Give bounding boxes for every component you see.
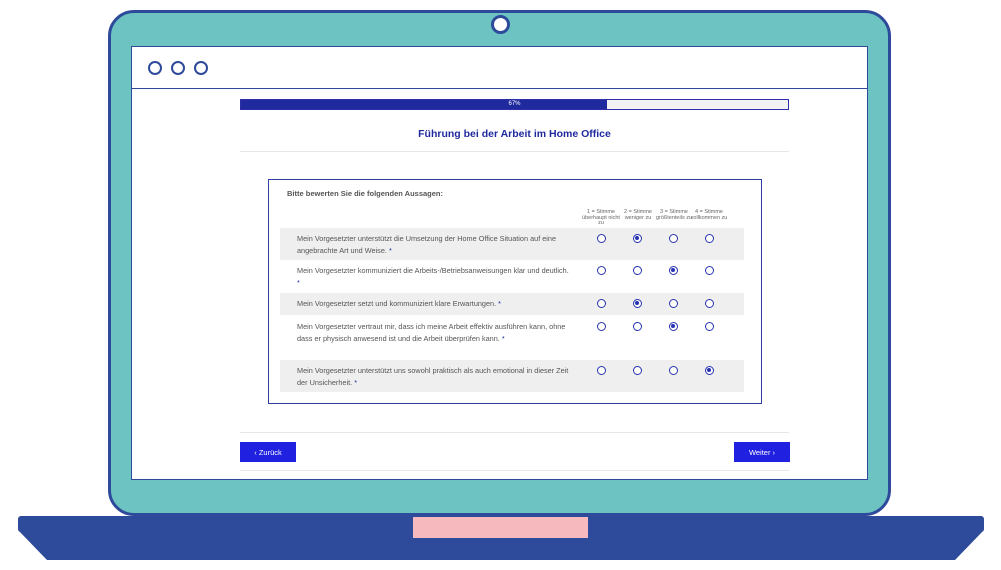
divider [240, 432, 789, 433]
matrix-row: Mein Vorgesetzter vertraut mir, dass ich… [280, 316, 744, 359]
camera-icon [491, 15, 510, 34]
rating-radio[interactable] [633, 234, 642, 243]
window-dot-icon[interactable] [148, 61, 162, 75]
statement-label: Mein Vorgesetzter kommuniziert die Arbei… [297, 266, 569, 275]
divider [240, 470, 789, 471]
statement-label: Mein Vorgesetzter vertraut mir, dass ich… [297, 322, 566, 343]
question-panel: Bitte bewerten Sie die folgenden Aussage… [268, 179, 762, 404]
rating-radio[interactable] [669, 266, 678, 275]
rating-radio[interactable] [597, 234, 606, 243]
rating-radio[interactable] [705, 366, 714, 375]
column-header: 1 = Stimme überhaupt nicht zu [582, 209, 620, 226]
statement-text: Mein Vorgesetzter vertraut mir, dass ich… [297, 321, 572, 344]
rating-radio[interactable] [633, 299, 642, 308]
rating-radio[interactable] [669, 322, 678, 331]
back-button[interactable]: ‹ Zurück [240, 442, 296, 462]
matrix-row: Mein Vorgesetzter setzt und kommuniziert… [280, 293, 744, 315]
rating-radio[interactable] [597, 366, 606, 375]
statement-text: Mein Vorgesetzter setzt und kommuniziert… [297, 298, 572, 310]
required-mark: * [388, 245, 392, 255]
required-mark: * [501, 333, 505, 343]
rating-radio[interactable] [669, 234, 678, 243]
column-header: 4 = Stimme vollkommen zu [690, 209, 728, 221]
statement-text: Mein Vorgesetzter unterstützt uns sowohl… [297, 365, 572, 388]
rating-radio[interactable] [705, 234, 714, 243]
rating-radio[interactable] [633, 322, 642, 331]
statement-label: Mein Vorgesetzter unterstützt uns sowohl… [297, 366, 569, 387]
required-mark: * [354, 377, 358, 387]
rating-radio[interactable] [705, 299, 714, 308]
rating-radio[interactable] [669, 366, 678, 375]
survey-page: 67% Führung bei der Arbeit im Home Offic… [132, 89, 867, 479]
divider [240, 151, 789, 152]
required-mark: * [498, 299, 502, 308]
column-header: 3 = Stimme größtenteils zu [655, 209, 693, 221]
screen: 67% Führung bei der Arbeit im Home Offic… [131, 46, 868, 480]
progress-bar: 67% [240, 99, 789, 110]
next-button[interactable]: Weiter › [734, 442, 790, 462]
required-mark: * [297, 277, 300, 287]
window-dot-icon[interactable] [194, 61, 208, 75]
rating-radio[interactable] [633, 366, 642, 375]
matrix-row: Mein Vorgesetzter unterstützt uns sowohl… [280, 360, 744, 392]
page-title: Führung bei der Arbeit im Home Office [418, 128, 611, 140]
question-instruction: Bitte bewerten Sie die folgenden Aussage… [287, 189, 443, 198]
rating-radio[interactable] [597, 299, 606, 308]
matrix-row: Mein Vorgesetzter kommuniziert die Arbei… [280, 260, 744, 292]
window-dot-icon[interactable] [171, 61, 185, 75]
progress-label: 67% [508, 101, 521, 107]
statement-text: Mein Vorgesetzter unterstützt die Umsetz… [297, 233, 572, 256]
rating-radio[interactable] [597, 322, 606, 331]
rating-radio[interactable] [633, 266, 642, 275]
browser-toolbar [132, 47, 867, 89]
statement-label: Mein Vorgesetzter unterstützt die Umsetz… [297, 234, 557, 255]
rating-radio[interactable] [705, 266, 714, 275]
rating-radio[interactable] [597, 266, 606, 275]
statement-text: Mein Vorgesetzter kommuniziert die Arbei… [297, 265, 572, 288]
statement-label: Mein Vorgesetzter setzt und kommuniziert… [297, 299, 497, 308]
column-header: 2 = Stimme weniger zu [624, 209, 652, 221]
rating-radio[interactable] [705, 322, 714, 331]
rating-radio[interactable] [669, 299, 678, 308]
laptop-notch [412, 516, 589, 539]
matrix-row: Mein Vorgesetzter unterstützt die Umsetz… [280, 228, 744, 260]
